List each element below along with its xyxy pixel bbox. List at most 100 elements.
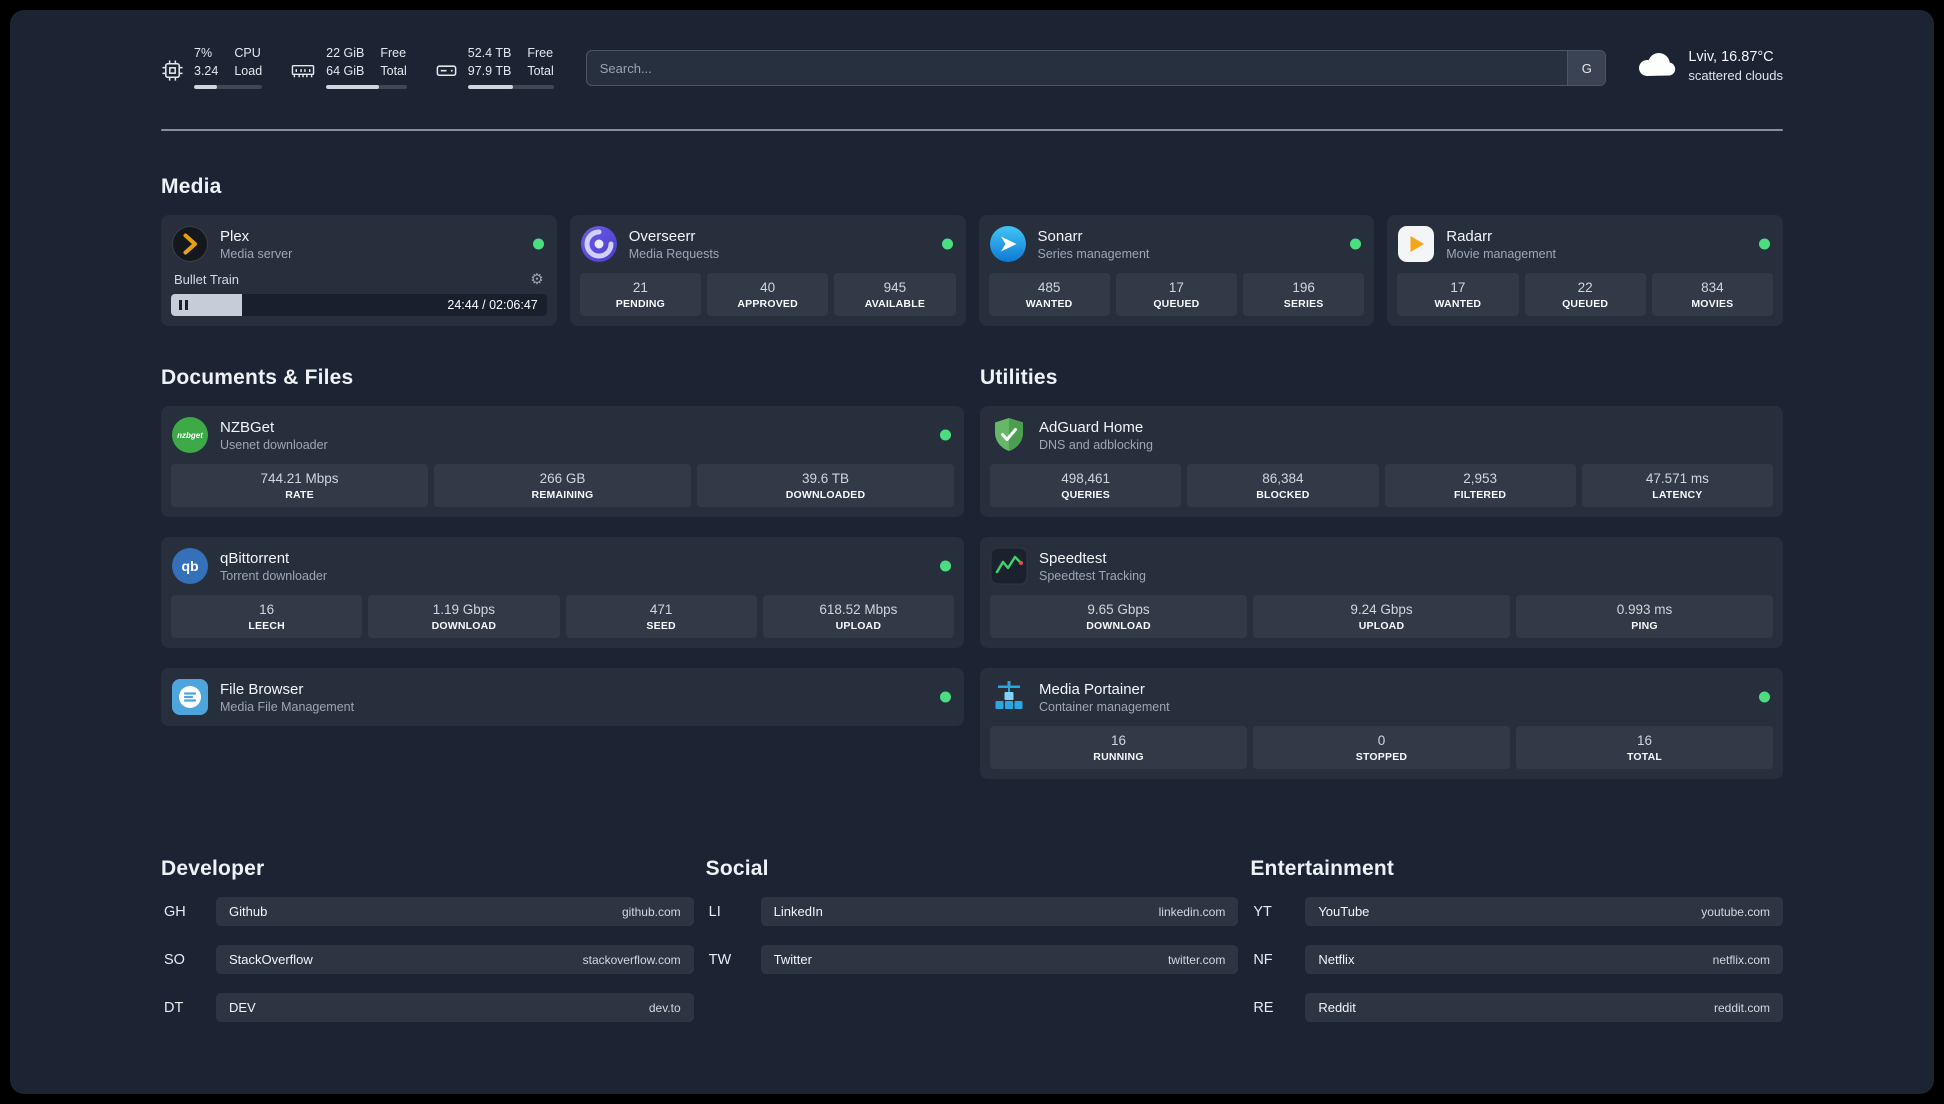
stat-value: 16	[259, 602, 275, 617]
bookmark-stackoverflow[interactable]: SO StackOverflow stackoverflow.com	[161, 945, 694, 974]
stat: 834 MOVIES	[1651, 273, 1773, 316]
memory-icon	[290, 46, 316, 89]
status-dot	[940, 560, 951, 572]
service-card-overseerr: Overseerr Media Requests 21 PENDING 40 APP…	[569, 215, 966, 326]
bookmark-name: YouTube	[1318, 904, 1370, 919]
bookmark-linkedin[interactable]: LI LinkedIn linkedin.com	[706, 897, 1239, 926]
memory-free-value: 22 GiB	[326, 46, 365, 60]
bookmark-name: Twitter	[773, 952, 812, 967]
stat-label: MOVIES	[1691, 298, 1734, 310]
speedtest-icon	[990, 547, 1028, 585]
pause-icon[interactable]	[179, 300, 188, 310]
cloud-icon	[1636, 48, 1678, 83]
search-input[interactable]	[585, 50, 1607, 86]
stat: 47.571 ms LATENCY	[1581, 464, 1773, 507]
service-link-nzbget[interactable]: nzbget NZBGet Usenet downloader	[171, 416, 954, 454]
bookmark-url: dev.to	[648, 1000, 681, 1015]
service-link-sonarr[interactable]: Sonarr Series management	[989, 225, 1365, 263]
section-title-documents: Documents & Files	[161, 366, 354, 389]
stat-label: DOWNLOAD	[1086, 620, 1151, 632]
service-stats: 485 WANTED 17 QUEUED 196 SERIES	[988, 273, 1365, 316]
stat: 40 APPROVED	[707, 273, 829, 316]
stat-label: RATE	[285, 489, 314, 501]
service-link-speedtest[interactable]: Speedtest Speedtest Tracking	[990, 547, 1773, 585]
service-subtitle: DNS and adblocking	[1039, 437, 1153, 452]
qbittorrent-icon: qb	[171, 547, 209, 585]
stat: 17 QUEUED	[1115, 273, 1237, 316]
service-stats: 498,461 QUERIES 86,384 BLOCKED 2,953 FILTER…	[990, 464, 1773, 507]
disk-bar	[467, 85, 554, 89]
bookmark-name: Netflix	[1318, 952, 1355, 967]
service-card-radarr: Radarr Movie management 17 WANTED 22 QUEUE…	[1387, 215, 1783, 326]
svg-text:nzbget: nzbget	[177, 431, 203, 440]
memory-bar-fill	[326, 85, 380, 89]
bookmark-youtube[interactable]: YT YouTube youtube.com	[1250, 897, 1783, 926]
service-stats: 16 LEECH 1.19 Gbps DOWNLOAD 471 SEED 618.52…	[171, 595, 954, 638]
service-name: Media Portainer	[1039, 680, 1145, 698]
stat-label: SERIES	[1283, 298, 1324, 310]
service-name: Speedtest	[1039, 549, 1107, 567]
bookmark-group-social: Social LI LinkedIn linkedin.com TW Twitte…	[706, 857, 1239, 993]
stat-label: REMAINING	[531, 489, 594, 501]
stat-value: 86,384	[1262, 471, 1304, 486]
service-subtitle: Usenet downloader	[220, 437, 328, 452]
disk-widget: 52.4 TB 97.9 TB Free Total	[435, 46, 554, 89]
bookmark-github[interactable]: GH Github github.com	[161, 897, 694, 926]
stat-value: 196	[1292, 280, 1315, 295]
gear-icon[interactable]: ⚙	[530, 272, 543, 287]
stat: 485 WANTED	[988, 273, 1110, 316]
service-name: Plex	[220, 227, 250, 245]
service-card-adguard: AdGuard Home DNS and adblocking 498,461 Q…	[980, 406, 1783, 517]
service-link-portainer[interactable]: Media Portainer Container management	[990, 678, 1773, 716]
stat-label: FILTERED	[1454, 489, 1507, 501]
cpu-widget: 7% 3.24 CPU Load	[161, 46, 263, 89]
service-link-filebrowser[interactable]: File Browser Media File Management	[171, 678, 954, 716]
memory-bar	[326, 85, 407, 89]
stat: 266 GB REMAINING	[434, 464, 691, 507]
service-name: qBittorrent	[220, 549, 290, 567]
weather-condition: scattered clouds	[1688, 67, 1783, 83]
stat-value: 39.6 TB	[801, 471, 850, 486]
bookmark-twitter[interactable]: TW Twitter twitter.com	[706, 945, 1239, 974]
bookmark-url: github.com	[621, 904, 681, 919]
stat-label: STOPPED	[1355, 751, 1408, 763]
memory-total-value: 64 GiB	[326, 64, 365, 78]
bookmark-abbr: YT	[1253, 903, 1272, 920]
memory-widget: 22 GiB 64 GiB Free Total	[290, 46, 407, 89]
stat-label: LATENCY	[1652, 489, 1703, 501]
status-dot	[940, 429, 951, 441]
cpu-label-2: Load	[234, 64, 263, 78]
stat: 744.21 Mbps RATE	[171, 464, 428, 507]
bookmark-dev[interactable]: DT DEV dev.to	[161, 993, 694, 1022]
service-link-qbittorrent[interactable]: qb qBittorrent Torrent downloader	[171, 547, 954, 585]
service-link-adguard[interactable]: AdGuard Home DNS and adblocking	[990, 416, 1773, 454]
bookmark-name: Reddit	[1318, 1000, 1356, 1015]
service-card-qbittorrent: qb qBittorrent Torrent downloader 16 LEEC…	[161, 537, 964, 648]
bookmark-netflix[interactable]: NF Netflix netflix.com	[1250, 945, 1783, 974]
status-dot	[1759, 238, 1770, 250]
stat: 0.993 ms PING	[1516, 595, 1773, 638]
stat: 16 RUNNING	[990, 726, 1247, 769]
service-card-plex: Plex Media server Bullet Train ⚙ 24:44 /…	[161, 215, 557, 326]
service-stats: 21 PENDING 40 APPROVED 945 AVAILABLE	[579, 273, 956, 316]
cpu-icon	[161, 46, 184, 89]
stat-value: 47.571 ms	[1645, 471, 1709, 486]
service-link-overseerr[interactable]: Overseerr Media Requests	[580, 225, 956, 263]
stat-value: 21	[632, 280, 648, 295]
service-link-plex[interactable]: Plex Media server	[171, 225, 547, 263]
svg-text:qb: qb	[181, 558, 198, 574]
search-provider-button[interactable]: G	[1567, 51, 1606, 85]
service-card-filebrowser: File Browser Media File Management	[161, 668, 964, 726]
bookmark-reddit[interactable]: RE Reddit reddit.com	[1250, 993, 1783, 1022]
service-stats: 17 WANTED 22 QUEUED 834 MOVIES	[1397, 273, 1773, 316]
bookmark-abbr: NF	[1253, 951, 1273, 968]
portainer-icon	[990, 678, 1028, 716]
stat-value: 16	[1636, 733, 1653, 748]
service-link-radarr[interactable]: Radarr Movie management	[1397, 225, 1773, 263]
plex-icon	[171, 225, 209, 263]
stat-label: UPLOAD	[1358, 620, 1405, 632]
stat: 618.52 Mbps UPLOAD	[762, 595, 954, 638]
stat: 2,953 FILTERED	[1384, 464, 1576, 507]
bookmark-abbr: GH	[164, 903, 186, 920]
bookmark-abbr: LI	[708, 903, 721, 920]
